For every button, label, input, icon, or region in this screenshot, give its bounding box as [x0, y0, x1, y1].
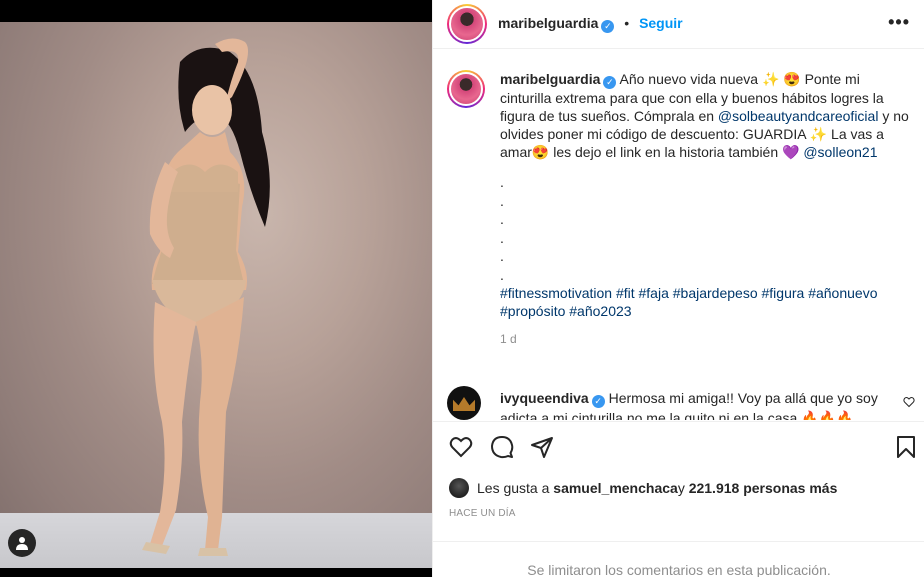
- caption-avatar[interactable]: [447, 70, 485, 108]
- likes-middle: y: [677, 480, 685, 496]
- post-side-panel: maribelguardia ✓ • Seguir ••• maribelguar…: [432, 0, 924, 577]
- likes-prefix: Les gusta a: [477, 480, 550, 496]
- crown-icon: [453, 397, 475, 411]
- mention-link[interactable]: @solleon21: [803, 144, 877, 160]
- caption-username[interactable]: maribelguardia: [500, 71, 600, 87]
- more-options-icon[interactable]: •••: [888, 12, 910, 33]
- dot-line: .: [500, 248, 504, 264]
- dot-line: .: [500, 229, 504, 246]
- dot-line: .: [500, 192, 504, 209]
- post-timestamp[interactable]: HACE UN DÍA: [449, 508, 516, 519]
- footer-text: Se limitaron los comentarios en esta pub…: [527, 562, 831, 577]
- comments-section[interactable]: maribelguardia ✓ Año nuevo vida nueva ✨ 😍…: [433, 50, 924, 420]
- hashtags[interactable]: #fitnessmotivation #fit #faja #bajardepe…: [500, 284, 910, 320]
- user-tag-button[interactable]: [8, 529, 36, 557]
- action-bar: [433, 421, 924, 473]
- dot-line: .: [500, 211, 504, 227]
- liker-username[interactable]: samuel_menchaca: [553, 480, 678, 496]
- header-user: maribelguardia ✓ • Seguir: [498, 15, 683, 33]
- like-heart-icon[interactable]: [449, 435, 473, 459]
- model-figure: [142, 38, 270, 556]
- comments-limited-notice: Se limitaron los comentarios en esta pub…: [433, 541, 924, 577]
- caption-dots: . . . . . .: [500, 173, 910, 284]
- verified-badge-icon: ✓: [591, 395, 605, 408]
- mention-link[interactable]: @solbeautyandcareoficial: [718, 108, 879, 124]
- dot-line: .: [500, 174, 504, 190]
- verified-badge-icon: ✓: [601, 20, 615, 33]
- separator-dot: •: [624, 15, 630, 31]
- post-header: maribelguardia ✓ • Seguir •••: [433, 0, 924, 49]
- likes-summary: Les gusta a samuel_menchaca y 221.918 pe…: [449, 478, 837, 498]
- person-icon: [16, 537, 28, 550]
- liker-avatar[interactable]: [449, 478, 469, 498]
- comment-bubble-icon[interactable]: [490, 435, 514, 459]
- comment-text: ivyqueendiva ✓ Hermosa mi amiga!! Voy pa …: [500, 388, 890, 420]
- save-bookmark-icon[interactable]: [895, 435, 917, 459]
- share-send-icon[interactable]: [530, 435, 554, 459]
- dot-line: .: [500, 266, 504, 283]
- post-media[interactable]: [0, 0, 432, 577]
- likes-count[interactable]: 221.918 personas más: [689, 480, 838, 496]
- post-photo: [0, 22, 432, 568]
- author-username[interactable]: maribelguardia: [498, 15, 598, 31]
- author-avatar[interactable]: [447, 4, 487, 44]
- commenter-username[interactable]: ivyqueendiva: [500, 390, 589, 406]
- comment-like-icon[interactable]: [903, 396, 915, 408]
- verified-badge-icon: ✓: [603, 76, 617, 89]
- caption-text: maribelguardia ✓ Año nuevo vida nueva ✨ 😍…: [500, 70, 910, 348]
- follow-button[interactable]: Seguir: [639, 15, 683, 31]
- caption-time[interactable]: 1 d: [500, 330, 910, 348]
- commenter-avatar[interactable]: [447, 386, 481, 420]
